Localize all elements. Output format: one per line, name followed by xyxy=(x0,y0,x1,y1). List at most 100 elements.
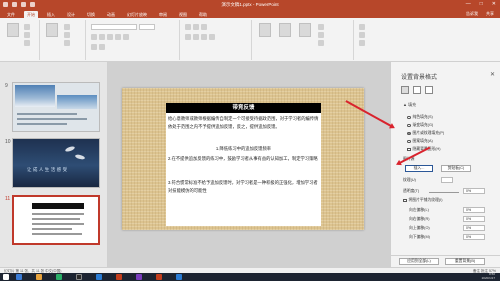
paste-button[interactable] xyxy=(6,23,20,39)
clipboard-button[interactable]: 剪贴板(C) xyxy=(441,165,471,172)
replace-icon[interactable] xyxy=(359,32,365,38)
effects-category-icon[interactable] xyxy=(413,86,421,94)
slide-paragraph[interactable]: 2.在不提供追加反馈的练习中，鼓励学习者从事有益的认知加工，制定学习策略 xyxy=(168,155,319,163)
powerpoint-icon[interactable] xyxy=(116,274,122,280)
bold-icon[interactable] xyxy=(91,34,97,40)
pane-title: 设置背景格式 xyxy=(401,75,438,81)
shapes-button[interactable] xyxy=(258,23,272,39)
radio-icon xyxy=(407,139,411,144)
word-window-icon[interactable] xyxy=(176,274,182,280)
texture-picker[interactable] xyxy=(441,177,453,183)
section-icon[interactable] xyxy=(64,40,70,46)
picture-category-icon[interactable] xyxy=(425,86,433,94)
align-center-icon[interactable] xyxy=(193,34,199,40)
align-right-icon[interactable] xyxy=(201,34,207,40)
system-clock[interactable]: 8:50 2020/1/17 xyxy=(481,272,495,280)
new-slide-button[interactable] xyxy=(45,23,59,39)
justify-icon[interactable] xyxy=(209,34,215,40)
option-label: 纯色填充(S) xyxy=(412,115,433,119)
start-icon[interactable] xyxy=(3,274,9,280)
align-left-icon[interactable] xyxy=(185,34,191,40)
reset-background-button[interactable]: 重置背景(B) xyxy=(445,258,485,265)
cut-icon[interactable] xyxy=(24,24,30,30)
powerpoint-window-icon[interactable] xyxy=(156,274,162,280)
slide-thumbnail-11[interactable] xyxy=(12,195,100,245)
close-button[interactable]: ✕ xyxy=(492,1,496,7)
slide-title[interactable]: 带竞反馈 xyxy=(166,103,321,113)
fill-section-header[interactable]: ▲ 填充 xyxy=(403,102,416,108)
thumbnail-text-line xyxy=(32,223,84,225)
offset-bottom-field[interactable]: 0% xyxy=(463,234,485,240)
share-button[interactable]: 共享 xyxy=(486,11,494,17)
offset-left-field[interactable]: 0% xyxy=(463,207,485,213)
thumbnail-text-line xyxy=(32,228,72,230)
slide-paragraph[interactable]: 3.符合惯常标准不给予追加反馈时，对学习者是一种积极的正强化，增加学习者对技能模… xyxy=(168,179,319,194)
slide-thumbnail-10[interactable]: 让 成 人 生 活 感 受 xyxy=(12,138,100,188)
slide-paragraph[interactable]: 1.降低练习中的追加反馈频率 xyxy=(168,145,319,153)
indent-icon[interactable] xyxy=(201,24,207,30)
reset-icon[interactable] xyxy=(64,32,70,38)
solid-fill-option[interactable]: 纯色填充(S) xyxy=(407,115,433,120)
gradient-fill-option[interactable]: 渐变填充(G) xyxy=(407,123,433,128)
transparency-field[interactable]: 0% xyxy=(463,188,485,194)
layout-icon[interactable] xyxy=(64,24,70,30)
apply-to-all-button[interactable]: 应用到全部(L) xyxy=(399,258,439,265)
shapes-icon xyxy=(259,23,271,37)
italic-icon[interactable] xyxy=(99,34,105,40)
font-group xyxy=(88,20,180,60)
font-name-select[interactable] xyxy=(91,24,137,30)
title-bar: 演示文稿1.pptx - PowerPoint — □ ✕ xyxy=(0,0,500,9)
format-painter-icon[interactable] xyxy=(24,40,30,46)
thumbnail-text-line xyxy=(17,123,67,125)
shape-effects-icon[interactable] xyxy=(318,40,324,46)
transparency-slider[interactable] xyxy=(429,192,459,193)
thumbnail-text-line xyxy=(32,233,82,235)
offset-top-label: 向上偏移(O) xyxy=(409,226,430,230)
find-icon[interactable] xyxy=(359,24,365,30)
arrange-button[interactable] xyxy=(278,23,292,39)
current-slide[interactable]: 带竞反馈 给心意教师或教师根据编传自制定一个可接受待据政范围，对于学习者的编传情… xyxy=(122,88,364,230)
paste-icon xyxy=(7,23,19,37)
slide-paragraph[interactable]: 给心意教师或教师根据编传自制定一个可接受待据政范围，对于学习者的编传情依处于范围… xyxy=(168,115,319,130)
content-box[interactable]: 带竞反馈 给心意教师或教师根据编传自制定一个可接受待据政范围，对于学习者的编传情… xyxy=(166,103,321,226)
editing-group xyxy=(356,20,396,60)
new-slide-icon xyxy=(46,23,58,37)
insert-picture-button[interactable]: 插入... xyxy=(405,165,433,172)
radio-selected-icon xyxy=(407,131,411,136)
premiere-icon[interactable] xyxy=(136,274,142,280)
windows-taskbar: 8:50 2020/1/17 xyxy=(0,272,500,281)
bullets-icon[interactable] xyxy=(185,24,191,30)
maximize-button[interactable]: □ xyxy=(480,1,483,7)
shape-outline-icon[interactable] xyxy=(318,32,324,38)
numbering-icon[interactable] xyxy=(193,24,199,30)
fill-category-icon[interactable] xyxy=(401,86,409,94)
strikethrough-icon[interactable] xyxy=(123,34,129,40)
offset-right-field[interactable]: 0% xyxy=(463,216,485,222)
pattern-fill-option[interactable]: 图案填充(A) xyxy=(407,139,433,144)
underline-icon[interactable] xyxy=(107,34,113,40)
clock-date: 2020/1/17 xyxy=(481,275,495,280)
word-icon[interactable] xyxy=(96,274,102,280)
powerpoint-window: 演示文稿1.pptx - PowerPoint — □ ✕ 文件 开始 插入 设… xyxy=(0,0,500,281)
minimize-button[interactable]: — xyxy=(466,1,471,7)
highlight-icon[interactable] xyxy=(99,44,105,50)
font-size-select[interactable] xyxy=(139,24,155,30)
slide-thumbnail-9[interactable] xyxy=(12,82,100,132)
format-background-pane: 设置背景格式 ✕ ▲ 填充 纯色填充(S) 渐变填充(G) 图片或纹理填充(P)… xyxy=(390,62,500,267)
tile-texture-option[interactable]: 将图片平铺为纹理(I) xyxy=(403,198,442,203)
font-color-icon[interactable] xyxy=(91,44,97,50)
close-pane-icon[interactable]: ✕ xyxy=(490,71,495,78)
quick-styles-button[interactable] xyxy=(298,23,312,39)
browser-icon[interactable] xyxy=(16,274,22,280)
select-icon[interactable] xyxy=(359,40,365,46)
checkbox-icon xyxy=(403,198,407,203)
copy-icon[interactable] xyxy=(24,32,30,38)
offset-top-field[interactable]: 0% xyxy=(463,225,485,231)
shadow-icon[interactable] xyxy=(115,34,121,40)
tell-me-search[interactable]: 告诉我 xyxy=(466,11,478,17)
qq-icon[interactable] xyxy=(76,274,82,280)
shape-fill-icon[interactable] xyxy=(318,24,324,30)
explorer-icon[interactable] xyxy=(36,274,42,280)
picture-texture-fill-option[interactable]: 图片或纹理填充(P) xyxy=(407,131,444,136)
wechat-icon[interactable] xyxy=(56,274,62,280)
